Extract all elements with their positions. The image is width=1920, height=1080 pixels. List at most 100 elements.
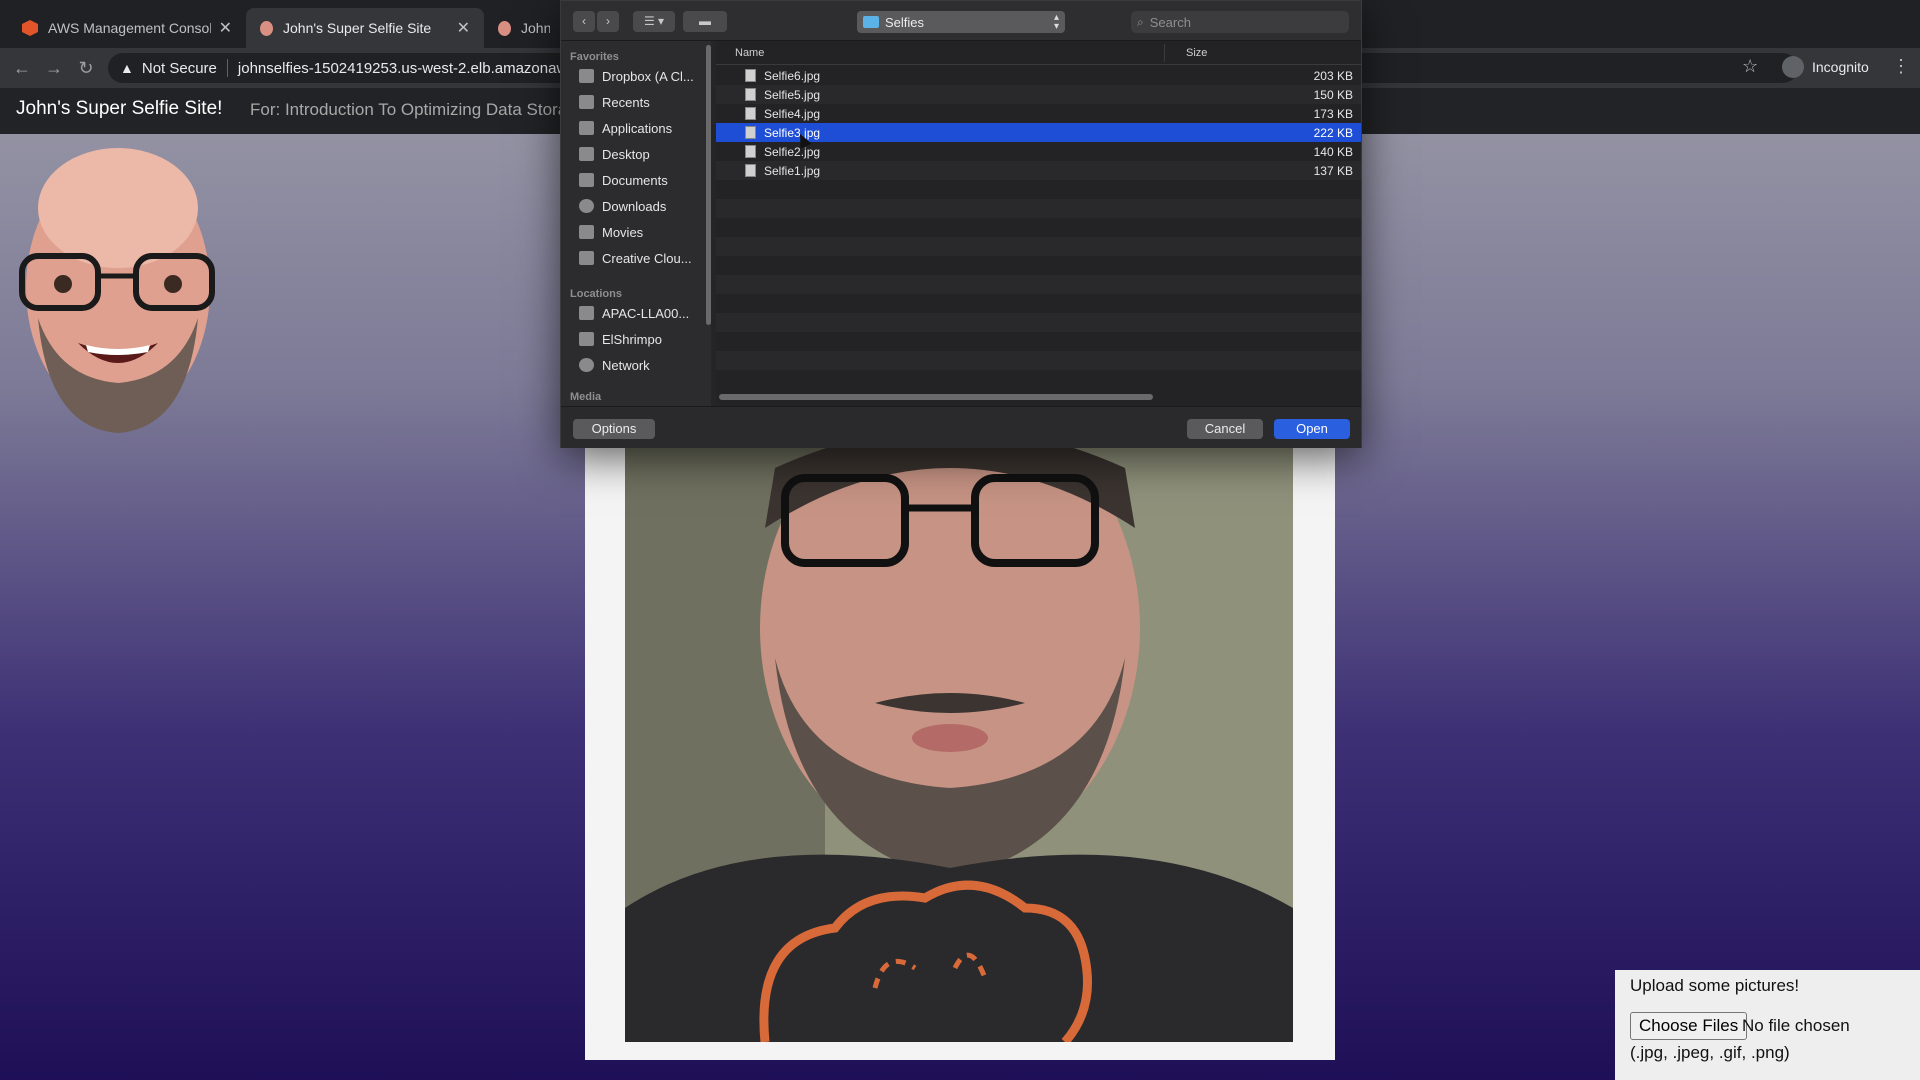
- file-size: 140 KB: [1313, 145, 1353, 159]
- sidebar-scrollbar[interactable]: [706, 45, 711, 325]
- sidebar-item-elshrimpo[interactable]: ElShrimpo: [579, 328, 709, 350]
- open-button[interactable]: Open: [1274, 419, 1350, 439]
- dialog-toolbar: ‹ › ☰ ▾ ▬ Selfies ▴ ▾ ⌕ Search: [561, 1, 1361, 41]
- upload-panel: Upload some pictures! Choose Files No fi…: [1615, 970, 1920, 1080]
- file-size: 150 KB: [1313, 88, 1353, 102]
- empty-row: [716, 313, 1361, 332]
- sidebar-item-label: APAC-LLA00...: [602, 305, 690, 321]
- divider: [226, 59, 228, 77]
- options-button[interactable]: Options: [573, 419, 655, 439]
- incognito-icon: [1782, 56, 1804, 78]
- sidebar-item-desktop[interactable]: Desktop: [579, 143, 709, 165]
- tab-title: AWS Management Console: [48, 20, 211, 36]
- file-row-selected[interactable]: Selfie3.jpg 222 KB: [716, 123, 1361, 142]
- sidebar-item-recents[interactable]: Recents: [579, 91, 709, 113]
- sidebar-item-label: Network: [602, 357, 650, 373]
- url-text: johnselfies-1502419253.us-west-2.elb.ama…: [237, 59, 568, 77]
- media-heading: Media: [570, 391, 602, 403]
- file-size: 137 KB: [1313, 164, 1353, 178]
- cancel-button[interactable]: Cancel: [1187, 419, 1263, 439]
- sidebar-item-documents[interactable]: Documents: [579, 169, 709, 191]
- image-file-icon: [745, 88, 756, 101]
- upload-heading: Upload some pictures!: [1630, 976, 1800, 995]
- menu-icon[interactable]: ⋮: [1892, 56, 1910, 77]
- empty-row: [716, 199, 1361, 218]
- sidebar-item-downloads[interactable]: Downloads: [579, 195, 709, 217]
- location-popup[interactable]: Selfies ▴ ▾: [857, 11, 1065, 33]
- image-file-icon: [745, 107, 756, 120]
- john-head-logo: [19, 148, 215, 433]
- sidebar-item-label: Documents: [602, 172, 668, 188]
- back-icon[interactable]: ‹: [573, 11, 595, 32]
- search-input[interactable]: ⌕ Search: [1131, 11, 1349, 33]
- drive-icon: [579, 332, 594, 346]
- location-label: Selfies: [885, 14, 925, 30]
- choose-files-button[interactable]: Choose Files: [1630, 1012, 1748, 1040]
- selfie-photo: [625, 448, 1293, 1042]
- sidebar-item-label: Recents: [602, 94, 650, 110]
- file-row[interactable]: Selfie6.jpg 203 KB: [716, 66, 1361, 85]
- john-head-icon: [498, 20, 511, 36]
- site-title[interactable]: John's Super Selfie Site!: [16, 98, 222, 120]
- image-file-icon: [745, 126, 756, 139]
- tab-selfie-site-2[interactable]: John's: [484, 8, 564, 48]
- tab-aws-console[interactable]: AWS Management Console ✕: [8, 8, 246, 48]
- john-head-icon: [260, 20, 273, 36]
- file-types-hint: (.jpg, .jpeg, .gif, .png): [1630, 1043, 1790, 1062]
- file-row[interactable]: Selfie4.jpg 173 KB: [716, 104, 1361, 123]
- image-file-icon: [745, 69, 756, 82]
- close-icon[interactable]: ✕: [219, 18, 232, 38]
- tab-selfie-site[interactable]: John's Super Selfie Site ✕: [246, 8, 484, 48]
- image-file-icon: [745, 164, 756, 177]
- new-folder-icon[interactable]: ▬: [683, 11, 727, 32]
- forward-icon[interactable]: ›: [597, 11, 619, 32]
- dialog-sidebar: Favorites Dropbox (A Cl... Recents Appli…: [561, 41, 711, 406]
- favorites-heading: Favorites: [570, 51, 619, 63]
- file-row[interactable]: Selfie2.jpg 140 KB: [716, 142, 1361, 161]
- film-icon: [579, 225, 594, 239]
- reload-icon[interactable]: ↻: [74, 56, 98, 80]
- back-icon[interactable]: ←: [10, 56, 34, 80]
- sidebar-item-apac[interactable]: APAC-LLA00...: [579, 302, 709, 324]
- file-name: Selfie3.jpg: [764, 126, 821, 140]
- file-row[interactable]: Selfie5.jpg 150 KB: [716, 85, 1361, 104]
- file-name: Selfie6.jpg: [764, 69, 821, 83]
- horizontal-scrollbar[interactable]: [719, 394, 1153, 400]
- close-icon[interactable]: ✕: [457, 18, 470, 38]
- file-name: Selfie4.jpg: [764, 107, 821, 121]
- sidebar-item-applications[interactable]: Applications: [579, 117, 709, 139]
- download-icon: [579, 199, 594, 213]
- sidebar-item-creative-cloud[interactable]: Creative Clou...: [579, 247, 709, 269]
- forward-icon[interactable]: →: [42, 56, 66, 80]
- folder-icon: [579, 251, 594, 265]
- empty-row: [716, 351, 1361, 370]
- sidebar-item-label: Downloads: [602, 198, 667, 214]
- file-status: No file chosen: [1742, 1016, 1850, 1035]
- sidebar-item-dropbox[interactable]: Dropbox (A Cl...: [579, 65, 709, 87]
- file-list: Name Size Selfie6.jpg 203 KB Selfie5.jpg 1…: [716, 41, 1361, 406]
- sidebar-item-movies[interactable]: Movies: [579, 221, 709, 243]
- empty-row: [716, 237, 1361, 256]
- file-size: 173 KB: [1313, 107, 1353, 121]
- file-row[interactable]: Selfie1.jpg 137 KB: [716, 161, 1361, 180]
- column-size-header[interactable]: Size: [1186, 47, 1207, 59]
- view-mode-icon[interactable]: ☰ ▾: [633, 11, 675, 32]
- sidebar-item-label: Desktop: [602, 146, 650, 162]
- file-open-dialog: ‹ › ☰ ▾ ▬ Selfies ▴ ▾ ⌕ Search Favorites …: [560, 0, 1362, 448]
- dropbox-icon: [579, 69, 594, 83]
- incognito-profile[interactable]: Incognito: [1782, 56, 1869, 78]
- documents-icon: [579, 173, 594, 187]
- sidebar-item-network[interactable]: Network: [579, 354, 709, 376]
- sidebar-item-label: Movies: [602, 224, 644, 240]
- empty-row: [716, 275, 1361, 294]
- computer-icon: [579, 306, 594, 320]
- file-size: 203 KB: [1313, 69, 1353, 83]
- bookmark-star-icon[interactable]: ☆: [1742, 56, 1758, 77]
- aws-icon: [22, 20, 38, 36]
- column-name-header[interactable]: Name: [735, 47, 764, 59]
- warning-icon: ▲: [120, 60, 134, 76]
- security-label: Not Secure: [141, 59, 217, 77]
- site-subtitle: For: Introduction To Optimizing Data Sto…: [250, 100, 577, 119]
- folder-icon: [863, 16, 879, 28]
- tab-title: John's Super Selfie Site: [283, 20, 432, 36]
